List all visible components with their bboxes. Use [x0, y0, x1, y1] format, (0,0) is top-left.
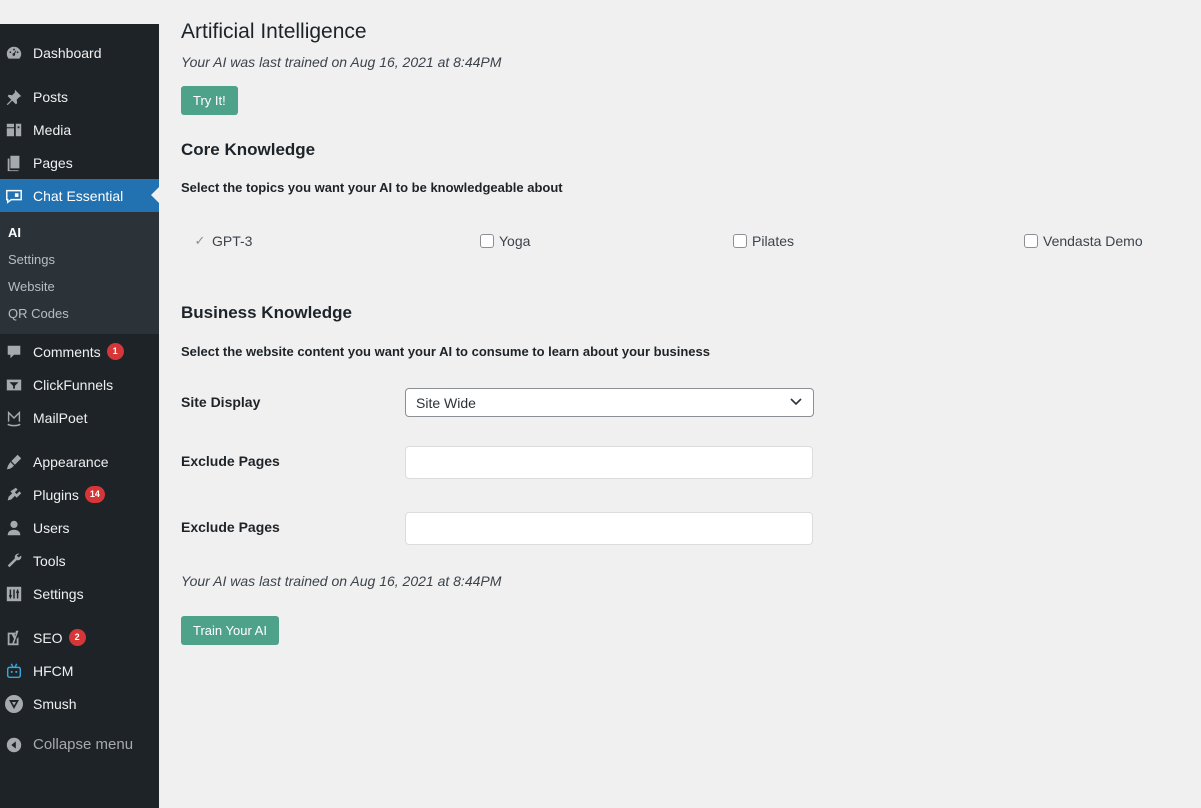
- core-knowledge-heading: Core Knowledge: [181, 140, 316, 159]
- core-knowledge-description: Select the topics you want your AI to be…: [181, 180, 563, 195]
- try-it-button[interactable]: Try It!: [181, 86, 238, 115]
- train-your-ai-button[interactable]: Train Your AI: [181, 616, 279, 645]
- sidebar-item-comments[interactable]: Comments 1: [0, 335, 159, 368]
- sidebar-item-label: Plugins: [33, 486, 79, 503]
- page-title: Artificial Intelligence: [181, 20, 367, 43]
- seo-notification-badge: 2: [68, 629, 86, 646]
- sidebar-item-label: Chat Essential: [33, 187, 124, 204]
- topic-label: GPT-3: [212, 233, 253, 249]
- site-display-label: Site Display: [181, 394, 261, 410]
- sidebar-item-tools[interactable]: Tools: [0, 544, 159, 577]
- business-knowledge-description: Select the website content you want your…: [181, 344, 710, 359]
- checkmark-icon: ✓: [194, 233, 206, 248]
- checkbox-box[interactable]: [480, 234, 494, 248]
- sidebar-item-chat-essential[interactable]: Chat Essential: [0, 179, 159, 212]
- exclude-pages-label-2: Exclude Pages: [181, 519, 280, 535]
- checkbox-box[interactable]: [733, 234, 747, 248]
- sidebar-item-label: Pages: [33, 154, 73, 171]
- plugin-icon: [4, 485, 24, 505]
- site-display-value: Site Wide: [416, 394, 476, 411]
- sidebar-item-pages[interactable]: Pages: [0, 146, 159, 179]
- sidebar-item-label: Users: [33, 519, 70, 536]
- exclude-pages-input[interactable]: [405, 446, 813, 479]
- sidebar-item-label: Media: [33, 121, 72, 138]
- sidebar-item-dashboard[interactable]: Dashboard: [0, 36, 159, 69]
- sidebar-item-label: Dashboard: [33, 44, 102, 61]
- chat-essential-submenu: AI Settings Website QR Codes: [0, 212, 159, 334]
- chevron-down-icon: [789, 394, 803, 411]
- robot-icon: [4, 661, 24, 681]
- sidebar-item-appearance[interactable]: Appearance: [0, 445, 159, 478]
- wrench-icon: [4, 551, 24, 571]
- top-spacer: [0, 0, 159, 24]
- exclude-pages-label: Exclude Pages: [181, 453, 280, 469]
- collapse-menu-button[interactable]: Collapse menu: [0, 728, 159, 761]
- chat-icon: [4, 186, 24, 206]
- sidebar-item-label: Settings: [33, 585, 84, 602]
- submenu-item-website[interactable]: Website: [8, 279, 55, 294]
- sidebar-item-users[interactable]: Users: [0, 511, 159, 544]
- submenu-item-ai[interactable]: AI: [8, 225, 21, 240]
- pages-icon: [4, 153, 24, 173]
- brush-icon: [4, 452, 24, 472]
- sidebar-item-hfcm[interactable]: HFCM: [0, 654, 159, 687]
- sidebar-item-seo[interactable]: SEO 2: [0, 621, 159, 654]
- sidebar-item-label: Tools: [33, 552, 66, 569]
- site-display-select[interactable]: Site Wide: [405, 388, 814, 417]
- topic-checkbox-gpt3[interactable]: ✓ GPT-3: [192, 233, 253, 249]
- sidebar-item-media[interactable]: Media: [0, 113, 159, 146]
- sidebar-item-label: ClickFunnels: [33, 376, 114, 393]
- submenu-item-settings[interactable]: Settings: [8, 252, 55, 267]
- user-icon: [4, 518, 24, 538]
- sidebar-item-label: Collapse menu: [33, 736, 134, 753]
- settings-icon: [4, 584, 24, 604]
- plugins-update-badge: 14: [84, 486, 105, 503]
- sidebar-item-label: Appearance: [33, 453, 109, 470]
- sidebar-item-label: Posts: [33, 88, 69, 105]
- sidebar-item-smush[interactable]: Smush: [0, 687, 159, 720]
- sidebar-item-label: SEO: [33, 629, 63, 646]
- submenu-item-qr-codes[interactable]: QR Codes: [8, 306, 69, 321]
- business-knowledge-heading: Business Knowledge: [181, 303, 352, 322]
- comment-icon: [4, 342, 24, 362]
- sidebar-item-posts[interactable]: Posts: [0, 80, 159, 113]
- exclude-pages-input-2[interactable]: [405, 512, 813, 545]
- media-icon: [4, 120, 24, 140]
- admin-sidebar: Dashboard Posts Media Pages Chat Essenti…: [0, 24, 159, 808]
- sidebar-item-label: Smush: [33, 695, 77, 712]
- topic-label: Pilates: [752, 233, 795, 249]
- topic-checkbox-vendasta-demo[interactable]: Vendasta Demo: [1024, 233, 1143, 249]
- sidebar-item-label: HFCM: [33, 662, 74, 679]
- topic-checkbox-yoga[interactable]: Yoga: [480, 233, 530, 249]
- topic-label: Yoga: [499, 233, 531, 249]
- last-trained-text-bottom: Your AI was last trained on Aug 16, 2021…: [181, 573, 502, 589]
- topic-label: Vendasta Demo: [1043, 233, 1143, 249]
- clickfunnels-icon: [4, 375, 24, 395]
- collapse-icon: [4, 735, 24, 755]
- sidebar-item-settings[interactable]: Settings: [0, 577, 159, 610]
- sidebar-item-label: MailPoet: [33, 409, 88, 426]
- pin-icon: [4, 87, 24, 107]
- last-trained-text: Your AI was last trained on Aug 16, 2021…: [181, 54, 502, 70]
- yoast-icon: [4, 628, 24, 648]
- sidebar-item-mailpoet[interactable]: MailPoet: [0, 401, 159, 434]
- comments-count-badge: 1: [106, 343, 124, 360]
- topic-checkbox-pilates[interactable]: Pilates: [733, 233, 794, 249]
- mailpoet-icon: [4, 408, 24, 428]
- smush-icon: [4, 694, 24, 714]
- sidebar-item-clickfunnels[interactable]: ClickFunnels: [0, 368, 159, 401]
- sidebar-item-label: Comments: [33, 343, 101, 360]
- checkbox-box[interactable]: [1024, 234, 1038, 248]
- dashboard-icon: [4, 43, 24, 63]
- sidebar-item-plugins[interactable]: Plugins 14: [0, 478, 159, 511]
